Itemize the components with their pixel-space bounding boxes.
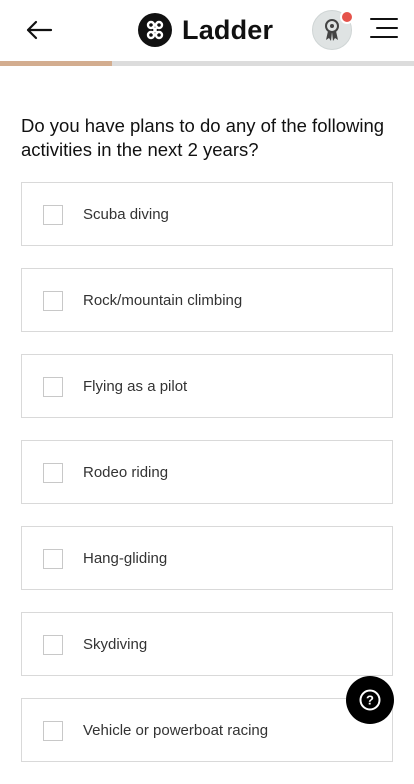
help-button[interactable]: ? [346, 676, 394, 724]
option-label: Skydiving [83, 636, 148, 653]
app-header: Ladder [0, 0, 414, 60]
brand-logo[interactable]: Ladder [138, 12, 273, 48]
menu-line [370, 36, 398, 38]
option-row[interactable]: Skydiving [21, 612, 393, 676]
option-checkbox[interactable] [43, 377, 63, 397]
help-question-icon: ? [359, 689, 381, 711]
option-row[interactable]: Rodeo riding [21, 440, 393, 504]
brand-name: Ladder [182, 14, 274, 45]
option-checkbox[interactable] [43, 205, 63, 225]
option-label: Flying as a pilot [83, 378, 188, 395]
back-button[interactable] [22, 14, 56, 46]
option-checkbox[interactable] [43, 291, 63, 311]
options-list: Scuba diving Rock/mountain climbing Flying… [21, 182, 393, 784]
arrow-left-icon [26, 20, 53, 40]
progress-fill [0, 61, 112, 66]
option-row[interactable]: Rock/mountain climbing [21, 268, 393, 332]
ladder-logo-icon [138, 13, 172, 47]
option-checkbox[interactable] [43, 549, 63, 569]
menu-line [370, 18, 398, 20]
progress-bar [0, 61, 414, 66]
svg-text:?: ? [366, 693, 374, 708]
menu-line [376, 27, 398, 29]
option-row[interactable]: Vehicle or powerboat racing [21, 698, 393, 762]
option-row[interactable]: Hang-gliding [21, 526, 393, 590]
notification-dot [340, 10, 354, 24]
option-checkbox[interactable] [43, 463, 63, 483]
option-label: Scuba diving [83, 206, 169, 223]
question-heading: Do you have plans to do any of the follo… [21, 115, 385, 160]
ribbon-award-icon [325, 19, 339, 41]
option-label: Rock/mountain climbing [83, 292, 243, 309]
menu-button[interactable] [368, 14, 400, 42]
option-label: Vehicle or powerboat racing [83, 722, 269, 739]
option-checkbox[interactable] [43, 721, 63, 741]
option-row[interactable]: Flying as a pilot [21, 354, 393, 418]
option-row[interactable]: Scuba diving [21, 182, 393, 246]
avatar-button[interactable] [312, 10, 354, 50]
option-label: Hang-gliding [83, 550, 168, 567]
option-label: Rodeo riding [83, 464, 169, 481]
option-checkbox[interactable] [43, 635, 63, 655]
